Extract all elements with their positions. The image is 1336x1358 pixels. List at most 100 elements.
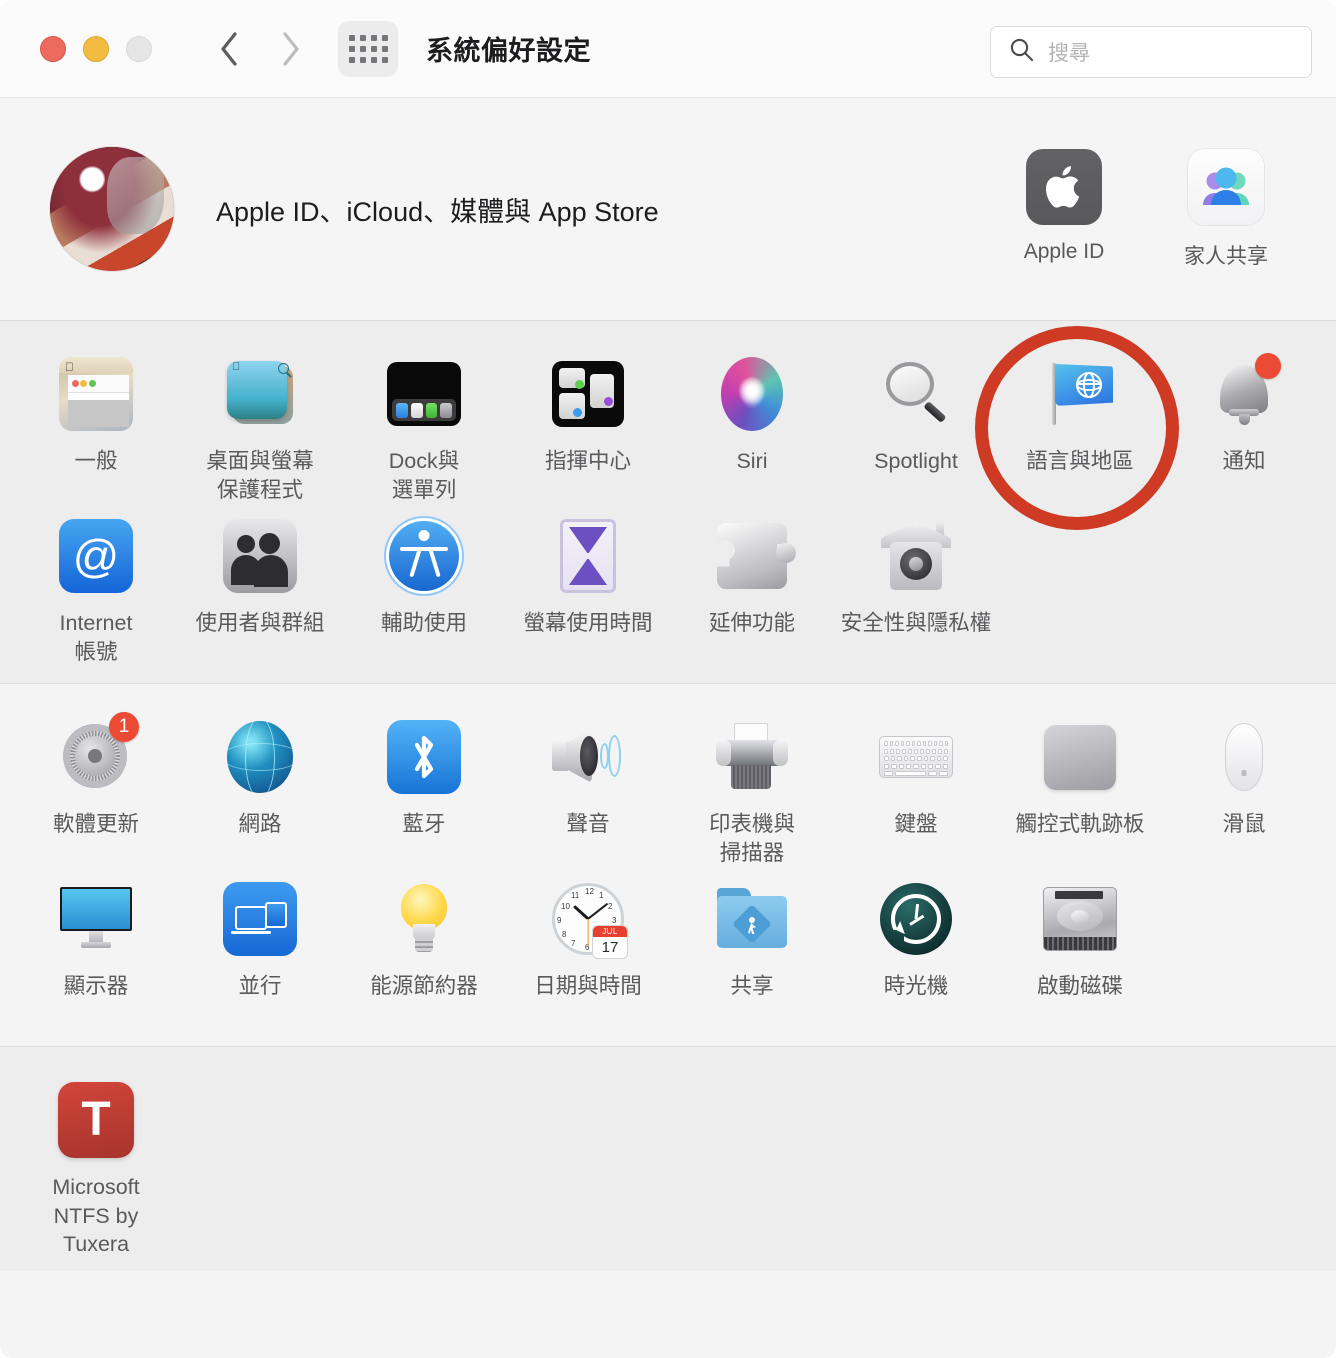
grid-icon xyxy=(348,34,388,63)
pref-label: 日期與時間 xyxy=(534,974,642,998)
pref-energy-saver[interactable]: 能源節約器 xyxy=(342,872,506,1034)
close-button[interactable] xyxy=(40,35,66,62)
pref-label: 啟動磁碟 xyxy=(1036,974,1123,998)
update-count-badge: 1 xyxy=(109,712,139,742)
clock-numeral: 8 xyxy=(562,930,567,939)
users-groups-icon xyxy=(221,517,299,595)
pref-accessibility[interactable]: 輔助使用 xyxy=(342,509,506,671)
startup-disk-icon xyxy=(1041,880,1119,958)
pref-extensions[interactable]: 延伸功能 xyxy=(670,509,834,671)
pref-keyboard[interactable]: 鍵盤 xyxy=(834,710,998,872)
sound-icon xyxy=(549,718,627,796)
account-tiles: Apple ID 家人共享 xyxy=(1014,148,1312,270)
clock-numeral: 2 xyxy=(608,902,613,911)
calendar-day: 17 xyxy=(601,939,619,956)
energy-saver-icon xyxy=(385,880,463,958)
sharing-icon xyxy=(713,880,791,958)
pref-screen-time[interactable]: 螢幕使用時間 xyxy=(506,509,670,671)
pref-desktop-screensaver[interactable]:  桌面與螢幕 保護程式 xyxy=(178,347,342,509)
show-all-grid-button[interactable] xyxy=(338,20,398,77)
pref-dock-menubar[interactable]: Dock與 選單列 xyxy=(342,347,506,509)
pref-mission-control[interactable]: 指揮中心 xyxy=(506,347,670,509)
pref-label: 使用者與群組 xyxy=(195,611,325,635)
page-title: 系統偏好設定 xyxy=(426,36,591,66)
pref-users-groups[interactable]: 使用者與群組 xyxy=(178,509,342,671)
mission-control-icon xyxy=(549,355,627,433)
hardware-prefs-pane: 1 軟體更新 網路 藍牙 聲音 印表機與 掃描器 鍵盤 觸控式軌跡板 滑鼠 顯示… xyxy=(0,684,1336,1046)
prefs-row: T Microsoft NTFS by Tuxera xyxy=(0,1073,1336,1259)
spotlight-icon xyxy=(877,355,955,433)
pref-label: 軟體更新 xyxy=(52,812,139,836)
apple-id-section[interactable]: Apple ID、iCloud、媒體與 App Store Apple ID 家… xyxy=(0,98,1336,320)
pref-siri[interactable]: Siri xyxy=(670,347,834,509)
bluetooth-icon xyxy=(385,718,463,796)
pref-bluetooth[interactable]: 藍牙 xyxy=(342,710,506,872)
extensions-icon xyxy=(713,517,796,595)
pref-general[interactable]:  一般 xyxy=(14,347,178,509)
pref-network[interactable]: 網路 xyxy=(178,710,342,872)
displays-icon xyxy=(57,880,135,958)
dock-menubar-icon xyxy=(385,355,463,433)
pref-family-sharing[interactable]: 家人共享 xyxy=(1176,148,1276,270)
window-controls xyxy=(40,35,152,62)
keyboard-icon xyxy=(877,718,955,796)
prefs-row: 顯示器 並行 能源節約器 12 1 2 3 6 7 8 9 10 11 JUL … xyxy=(0,872,1336,1034)
pref-apple-id[interactable]: Apple ID xyxy=(1014,148,1114,270)
search-field[interactable]: 搜尋 xyxy=(990,26,1312,78)
clock-numeral: 9 xyxy=(557,916,562,925)
pref-label: 共享 xyxy=(730,974,774,998)
pref-date-time[interactable]: 12 1 2 3 4 5 6 7 8 9 10 11 J xyxy=(506,872,670,1034)
pref-label: 安全性與隱私權 xyxy=(840,611,992,635)
pref-label: 藍牙 xyxy=(402,812,446,836)
pref-sound[interactable]: 聲音 xyxy=(506,710,670,872)
pref-label: 延伸功能 xyxy=(708,611,795,635)
family-sharing-icon xyxy=(1188,148,1264,225)
prefs-row: @ Internet 帳號 使用者與群組 輔助使用 螢幕使用時間 延伸功能 安全… xyxy=(0,509,1336,671)
pref-label: 鍵盤 xyxy=(894,812,938,836)
title-bar: 系統偏好設定 搜尋 xyxy=(0,0,1336,98)
pref-label: Microsoft NTFS by Tuxera xyxy=(52,1175,140,1257)
forward-button[interactable] xyxy=(274,26,308,72)
clock-numeral: 10 xyxy=(561,902,570,911)
screen-time-icon xyxy=(549,517,627,595)
pref-label: 滑鼠 xyxy=(1222,812,1266,836)
pref-displays[interactable]: 顯示器 xyxy=(14,872,178,1034)
pref-time-machine[interactable]: 時光機 xyxy=(834,872,998,1034)
pref-tuxera-ntfs[interactable]: T Microsoft NTFS by Tuxera xyxy=(14,1073,178,1259)
clock-numeral: 1 xyxy=(599,891,604,900)
avatar[interactable] xyxy=(50,147,174,271)
apple-logo-icon xyxy=(1026,148,1102,225)
pref-sidecar[interactable]: 並行 xyxy=(178,872,342,1034)
pref-label: 螢幕使用時間 xyxy=(523,611,653,635)
pref-label: 語言與地區 xyxy=(1026,449,1134,473)
system-preferences-window: 系統偏好設定 搜尋 Apple ID、iCloud、媒體與 App Store xyxy=(0,0,1336,1358)
prefs-row:  一般  桌面與螢幕 保護程式 xyxy=(0,347,1336,509)
pref-sharing[interactable]: 共享 xyxy=(670,872,834,1034)
personal-prefs-pane:  一般  桌面與螢幕 保護程式 xyxy=(0,321,1336,683)
pref-language-region[interactable]: 語言與地區 xyxy=(998,347,1162,509)
accessibility-icon xyxy=(385,517,463,595)
pref-label: Dock與 選單列 xyxy=(388,449,460,502)
pref-label: Siri xyxy=(736,449,768,473)
zoom-button[interactable] xyxy=(126,35,152,62)
pref-startup-disk[interactable]: 啟動磁碟 xyxy=(998,872,1162,1034)
pref-label: 並行 xyxy=(238,974,282,998)
back-button[interactable] xyxy=(212,26,246,72)
pref-spotlight[interactable]: Spotlight xyxy=(834,347,998,509)
navigation-buttons xyxy=(212,26,308,72)
minimize-button[interactable] xyxy=(83,35,109,62)
pref-security-privacy[interactable]: 安全性與隱私權 xyxy=(834,509,998,671)
pref-label: 通知 xyxy=(1222,449,1266,473)
third-party-prefs-pane: T Microsoft NTFS by Tuxera xyxy=(0,1047,1336,1271)
pref-trackpad[interactable]: 觸控式軌跡板 xyxy=(998,710,1162,872)
pref-printers-scanners[interactable]: 印表機與 掃描器 xyxy=(670,710,834,872)
printers-scanners-icon xyxy=(713,718,791,796)
pref-notifications[interactable]: 通知 xyxy=(1162,347,1326,509)
pref-software-update[interactable]: 1 軟體更新 xyxy=(14,710,178,872)
pref-mouse[interactable]: 滑鼠 xyxy=(1162,710,1326,872)
desktop-screensaver-icon:  xyxy=(221,355,299,433)
pref-label: 指揮中心 xyxy=(544,449,631,473)
pref-internet-accounts[interactable]: @ Internet 帳號 xyxy=(14,509,178,671)
network-icon xyxy=(221,718,299,796)
apple-id-label: Apple ID、iCloud、媒體與 App Store xyxy=(216,196,659,227)
